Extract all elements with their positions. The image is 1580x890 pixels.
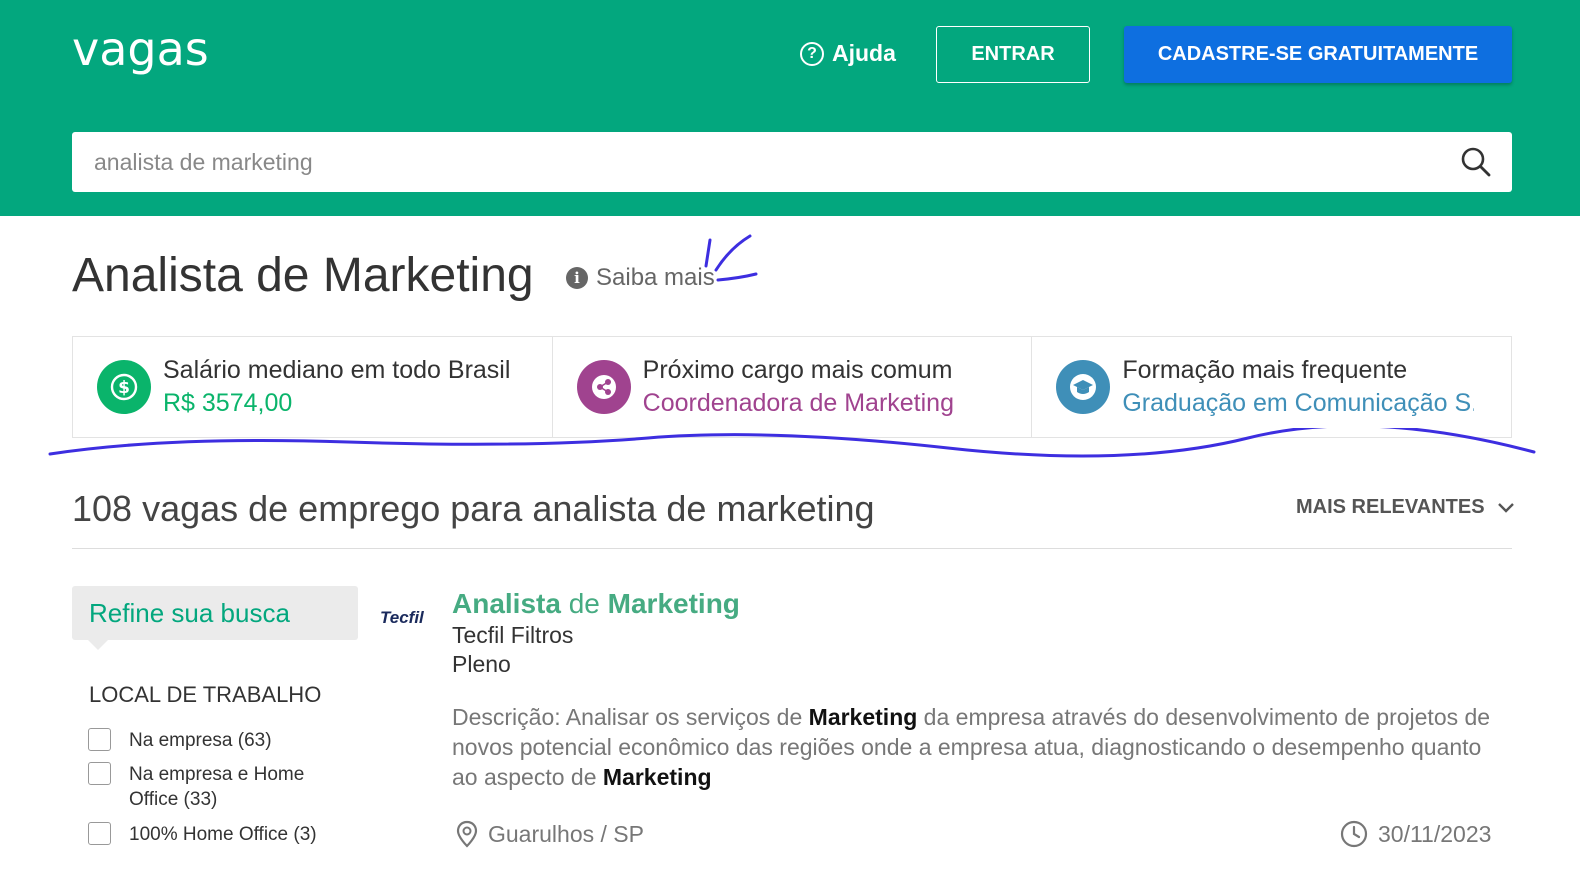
desc-text: Descrição: Analisar os serviços de bbox=[452, 704, 809, 730]
job-description: Descrição: Analisar os serviços de Marke… bbox=[452, 702, 1512, 792]
refine-arrow bbox=[88, 640, 108, 650]
checkbox[interactable] bbox=[88, 822, 111, 845]
stat-education-value: Graduação em Comunicação S... bbox=[1122, 389, 1475, 417]
checkbox[interactable] bbox=[88, 762, 111, 785]
filter-option-empresa-home[interactable]: Na empresa e Home Office (33) bbox=[88, 762, 339, 812]
signup-button[interactable]: CADASTRE-SE GRATUITAMENTE bbox=[1124, 26, 1512, 83]
login-button[interactable]: ENTRAR bbox=[936, 26, 1090, 83]
stat-education-label: Formação mais frequente bbox=[1122, 356, 1408, 384]
annotation-underline-icon bbox=[48, 428, 1536, 458]
stats-cards: $ Salário mediano em todo Brasil R$ 3574… bbox=[72, 336, 1512, 438]
graduation-cap-icon bbox=[1056, 360, 1111, 414]
help-link[interactable]: ? Ajuda bbox=[800, 40, 896, 67]
saiba-mais-link[interactable]: i Saiba mais bbox=[566, 264, 715, 292]
dollar-icon: $ bbox=[97, 360, 151, 414]
chevron-down-icon bbox=[1497, 502, 1514, 513]
divider bbox=[72, 548, 1512, 549]
stat-education[interactable]: Formação mais frequente Graduação em Com… bbox=[1032, 337, 1511, 437]
job-title-link[interactable]: Analista de Marketing bbox=[452, 588, 740, 620]
job-location-text: Guarulhos / SP bbox=[488, 820, 644, 847]
company-logo: Tecfil bbox=[380, 608, 424, 627]
search-input[interactable] bbox=[94, 132, 1394, 192]
share-icon bbox=[576, 360, 631, 414]
results-count: 108 vagas de emprego para analista de ma… bbox=[72, 488, 875, 529]
stat-salary[interactable]: $ Salário mediano em todo Brasil R$ 3574… bbox=[73, 337, 553, 437]
checkbox[interactable] bbox=[88, 728, 111, 751]
job-title-part: Marketing bbox=[607, 588, 740, 619]
help-label: Ajuda bbox=[832, 40, 896, 66]
filter-option-label: Na empresa e Home Office (33) bbox=[129, 764, 305, 810]
job-title-part: Analista bbox=[452, 588, 561, 619]
job-date: 30/11/2023 bbox=[1340, 820, 1491, 848]
clock-icon bbox=[1340, 820, 1368, 848]
vagas-logo[interactable]: vagas bbox=[72, 22, 209, 76]
saiba-mais-label: Saiba mais bbox=[596, 264, 715, 291]
info-icon: i bbox=[566, 267, 588, 289]
desc-keyword: Marketing bbox=[808, 704, 918, 730]
job-company: Tecfil Filtros bbox=[452, 622, 574, 648]
filter-option-home-office[interactable]: 100% Home Office (3) bbox=[88, 822, 317, 847]
stat-next-role[interactable]: Próximo cargo mais comum Coordenadora de… bbox=[553, 337, 1033, 437]
job-location: Guarulhos / SP bbox=[456, 820, 644, 848]
sort-dropdown[interactable]: MAIS RELEVANTES bbox=[1296, 496, 1515, 519]
top-header: vagas ? Ajuda ENTRAR CADASTRE-SE GRATUIT… bbox=[0, 0, 1580, 216]
refine-search-header: Refine sua busca bbox=[72, 586, 358, 640]
stat-salary-value: R$ 3574,00 bbox=[163, 389, 293, 417]
filter-title: LOCAL DE TRABALHO bbox=[89, 682, 322, 707]
filter-option-na-empresa[interactable]: Na empresa (63) bbox=[88, 728, 272, 753]
annotation-strokes-icon bbox=[704, 234, 758, 282]
stat-salary-label: Salário mediano em todo Brasil bbox=[163, 356, 511, 384]
search-box bbox=[72, 132, 1512, 192]
sort-label: MAIS RELEVANTES bbox=[1296, 496, 1485, 518]
stat-next-role-label: Próximo cargo mais comum bbox=[642, 356, 953, 384]
location-pin-icon bbox=[456, 820, 478, 848]
filter-option-label: 100% Home Office (3) bbox=[129, 824, 317, 845]
svg-text:$: $ bbox=[118, 378, 130, 398]
job-title-part: de bbox=[568, 588, 600, 619]
job-level: Pleno bbox=[452, 651, 511, 677]
page-title: Analista de Marketing bbox=[72, 249, 534, 302]
stat-next-role-value: Coordenadora de Marketing bbox=[642, 389, 954, 417]
question-mark-icon: ? bbox=[800, 41, 824, 66]
search-icon[interactable] bbox=[1460, 146, 1492, 178]
filter-option-label: Na empresa (63) bbox=[129, 730, 272, 751]
desc-keyword: Marketing bbox=[602, 764, 712, 790]
job-date-text: 30/11/2023 bbox=[1378, 820, 1492, 847]
